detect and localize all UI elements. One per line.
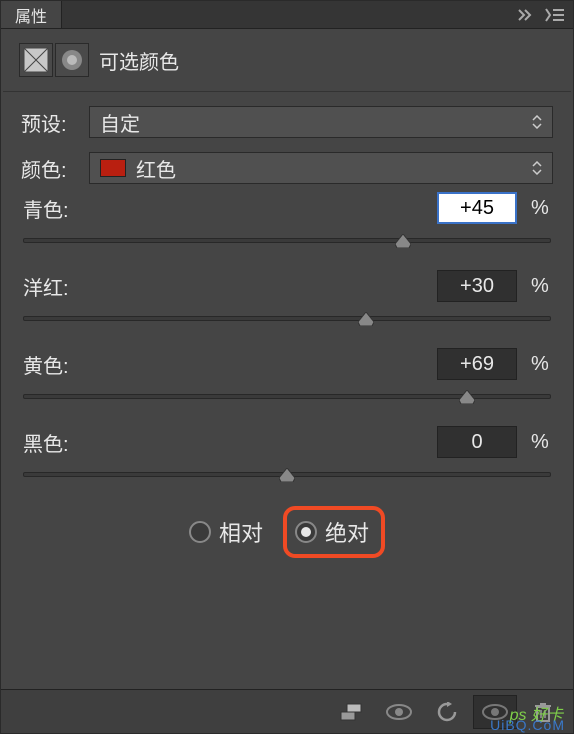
header-spacer bbox=[62, 1, 509, 28]
dropdown-arrows-icon bbox=[528, 107, 546, 137]
black-input[interactable] bbox=[437, 426, 517, 458]
color-swatch bbox=[100, 159, 126, 177]
magenta-label: 洋红: bbox=[23, 272, 69, 301]
preset-label: 预设: bbox=[21, 108, 77, 137]
relative-radio[interactable]: 相对 bbox=[189, 516, 263, 548]
black-slider-block: 黑色: % bbox=[23, 426, 551, 484]
absolute-radio[interactable]: 绝对 bbox=[295, 516, 369, 548]
color-label: 颜色: bbox=[21, 154, 77, 183]
preset-dropdown[interactable]: 自定 bbox=[89, 106, 553, 138]
clip-to-layer-button[interactable] bbox=[329, 695, 373, 729]
panel-header: 属性 bbox=[1, 1, 573, 29]
panel-title: 可选颜色 bbox=[99, 46, 179, 75]
adjustment-title-row: 可选颜色 bbox=[1, 29, 573, 87]
tab-properties[interactable]: 属性 bbox=[1, 1, 62, 28]
collapse-icon[interactable] bbox=[517, 8, 535, 22]
preset-row: 预设: 自定 bbox=[21, 106, 553, 138]
yellow-thumb[interactable] bbox=[459, 390, 475, 404]
percent-label: % bbox=[531, 431, 551, 454]
mask-icon[interactable] bbox=[19, 43, 53, 77]
absolute-label: 绝对 bbox=[325, 516, 369, 548]
yellow-label: 黄色: bbox=[23, 350, 69, 379]
method-radio-group: 相对 绝对 bbox=[1, 484, 573, 568]
yellow-slider-block: 黄色: % bbox=[23, 348, 551, 406]
header-buttons bbox=[509, 1, 573, 28]
yellow-input[interactable] bbox=[437, 348, 517, 380]
percent-label: % bbox=[531, 275, 551, 298]
reset-button[interactable] bbox=[425, 695, 469, 729]
form-area: 预设: 自定 颜色: 红色 bbox=[1, 96, 573, 184]
magenta-thumb[interactable] bbox=[358, 312, 374, 326]
percent-label: % bbox=[531, 197, 551, 220]
selective-color-icon[interactable] bbox=[55, 43, 89, 77]
cyan-label: 青色: bbox=[23, 194, 69, 223]
dropdown-arrows-icon bbox=[528, 153, 546, 183]
yellow-track[interactable] bbox=[23, 390, 551, 406]
radio-icon-selected bbox=[295, 521, 317, 543]
percent-label: % bbox=[531, 353, 551, 376]
view-previous-button[interactable] bbox=[377, 695, 421, 729]
panel-footer: ps 好卡 UiBQ.CoM bbox=[1, 689, 573, 733]
sliders-area: 青色: % 洋红: % bbox=[1, 184, 573, 484]
adjustment-icons bbox=[19, 43, 89, 77]
divider bbox=[3, 91, 571, 92]
properties-panel: 属性 bbox=[0, 0, 574, 734]
flyout-menu-icon[interactable] bbox=[545, 7, 565, 23]
color-value: 红色 bbox=[136, 154, 176, 183]
magenta-slider-block: 洋红: % bbox=[23, 270, 551, 328]
black-track[interactable] bbox=[23, 468, 551, 484]
cyan-track[interactable] bbox=[23, 234, 551, 250]
color-dropdown[interactable]: 红色 bbox=[89, 152, 553, 184]
color-row: 颜色: 红色 bbox=[21, 152, 553, 184]
magenta-track[interactable] bbox=[23, 312, 551, 328]
relative-label: 相对 bbox=[219, 516, 263, 548]
magenta-input[interactable] bbox=[437, 270, 517, 302]
black-thumb[interactable] bbox=[279, 468, 295, 482]
cyan-thumb[interactable] bbox=[395, 234, 411, 248]
black-label: 黑色: bbox=[23, 428, 69, 457]
watermark-url: UiBQ.CoM bbox=[490, 717, 565, 733]
cyan-slider-block: 青色: % bbox=[23, 192, 551, 250]
radio-icon bbox=[189, 521, 211, 543]
cyan-input[interactable] bbox=[437, 192, 517, 224]
absolute-callout: 绝对 bbox=[283, 506, 385, 558]
preset-value: 自定 bbox=[100, 108, 140, 137]
tab-label: 属性 bbox=[15, 3, 47, 27]
